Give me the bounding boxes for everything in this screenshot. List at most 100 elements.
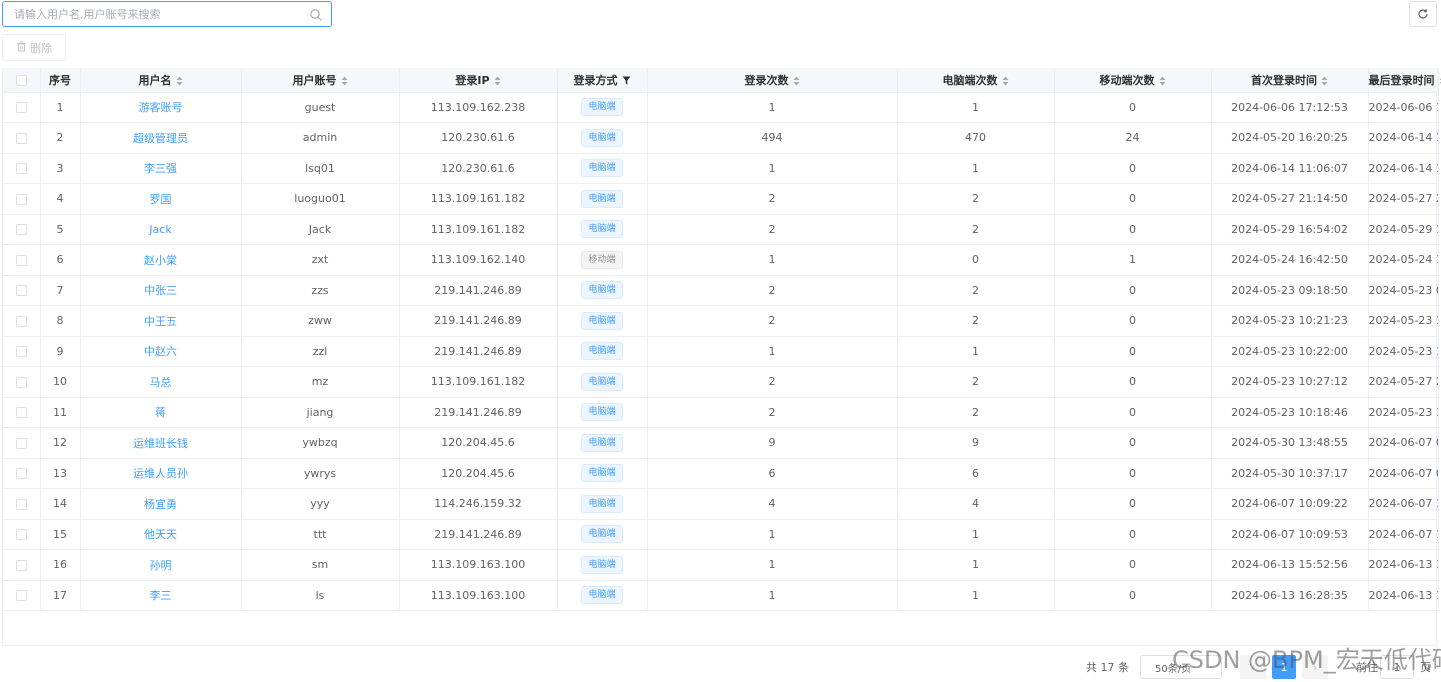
cell-username: 中赵六	[80, 336, 242, 367]
username-link[interactable]: 游客账号	[139, 101, 183, 114]
cell-last-login: 2024-06-14 11:06:07	[1368, 153, 1439, 184]
header-method[interactable]: 登录方式	[557, 68, 648, 93]
refresh-icon	[1417, 5, 1429, 24]
header-ip[interactable]: 登录IP	[399, 68, 558, 93]
username-link[interactable]: 孙明	[150, 559, 172, 572]
username-link[interactable]: Jack	[149, 223, 171, 236]
table-row[interactable]: 16 孙明 sm 113.109.163.100 电脑端 1 1 0 2024-06-13 15…	[3, 549, 1439, 581]
cell-mobile-count: 0	[1054, 397, 1212, 428]
table-row[interactable]: 12 运维班长钱 ywbzq 120.204.45.6 电脑端 9 9 0 2024-05-30…	[3, 427, 1439, 459]
delete-button-label: 删除	[30, 41, 52, 55]
row-checkbox[interactable]	[15, 529, 27, 541]
table-row[interactable]: 10 马总 mz 113.109.161.182 电脑端 2 2 0 2024-05-23 10…	[3, 366, 1439, 398]
username-link[interactable]: 中张三	[144, 284, 177, 297]
header-pc-count[interactable]: 电脑端次数	[897, 68, 1055, 93]
row-checkbox[interactable]	[15, 498, 27, 510]
cell-mobile-count: 0	[1054, 458, 1212, 489]
row-checkbox[interactable]	[15, 559, 27, 571]
row-select-cell	[3, 244, 41, 276]
header-username[interactable]: 用户名	[80, 68, 242, 93]
sort-icon[interactable]	[793, 76, 800, 86]
username-link[interactable]: 运维人员孙	[133, 467, 188, 480]
header-account[interactable]: 用户账号	[241, 68, 400, 93]
cell-ip: 114.246.159.32	[399, 488, 558, 520]
header-first-login[interactable]: 首次登录时间	[1211, 68, 1369, 93]
cell-first-login: 2024-06-07 10:09:53	[1211, 519, 1369, 550]
sort-icon[interactable]	[494, 76, 501, 86]
table-row[interactable]: 13 运维人员孙 ywrys 120.204.45.6 电脑端 6 6 0 2024-05-30…	[3, 458, 1439, 489]
table-row[interactable]: 15 他天天 ttt 219.141.246.89 电脑端 1 1 0 2024-06-07 1…	[3, 519, 1439, 550]
username-link[interactable]: 中王五	[144, 315, 177, 328]
table-row[interactable]: 6 赵小棠 zxt 113.109.162.140 移动端 1 0 1 2024-05-24 1…	[3, 244, 1439, 276]
cell-username: 超级管理员	[80, 122, 242, 154]
search-input[interactable]	[3, 2, 299, 26]
row-checkbox[interactable]	[15, 163, 27, 175]
header-mobile-count[interactable]: 移动端次数	[1054, 68, 1212, 93]
cell-first-login: 2024-06-13 16:28:35	[1211, 580, 1369, 611]
refresh-button[interactable]	[1409, 1, 1437, 27]
row-checkbox[interactable]	[15, 224, 27, 236]
header-method-label: 登录方式	[573, 73, 618, 87]
filter-icon[interactable]	[622, 76, 631, 85]
cell-method: 电脑端	[557, 488, 648, 520]
username-link[interactable]: 罗国	[150, 193, 172, 206]
table-row[interactable]: 1 游客账号 guest 113.109.162.238 电脑端 1 1 0 2024-06-0…	[3, 92, 1439, 123]
sort-icon[interactable]	[176, 76, 183, 86]
cell-login-count: 6	[647, 458, 898, 489]
table-row[interactable]: 17 李三 ls 113.109.163.100 电脑端 1 1 0 2024-06-13 16…	[3, 580, 1439, 611]
login-records-table: 序号 用户名 用户账号 登录IP 登录方式 登录次数 电脑端次数 移动端次数 首…	[2, 68, 1441, 646]
sort-icon[interactable]	[1159, 76, 1166, 86]
cell-username: Jack	[80, 214, 242, 245]
sort-icon[interactable]	[1321, 76, 1328, 86]
row-checkbox[interactable]	[15, 346, 27, 358]
table-row[interactable]: 7 中张三 zzs 219.141.246.89 电脑端 2 2 0 2024-05-23 09…	[3, 275, 1439, 306]
row-checkbox[interactable]	[15, 468, 27, 480]
table-row[interactable]: 8 中王五 zww 219.141.246.89 电脑端 2 2 0 2024-05-23 10…	[3, 305, 1439, 337]
row-checkbox[interactable]	[15, 102, 27, 114]
username-link[interactable]: 李三	[150, 589, 172, 602]
row-checkbox[interactable]	[15, 315, 27, 327]
username-link[interactable]: 蒋	[155, 406, 166, 419]
username-link[interactable]: 运维班长钱	[133, 437, 188, 450]
cell-mobile-count: 1	[1054, 244, 1212, 276]
row-checkbox[interactable]	[15, 407, 27, 419]
table-row[interactable]: 3 李三强 lsq01 120.230.61.6 电脑端 1 1 0 2024-06-14 11…	[3, 153, 1439, 184]
table-row[interactable]: 11 蒋 jiang 219.141.246.89 电脑端 2 2 0 2024-05-23 1…	[3, 397, 1439, 428]
row-checkbox[interactable]	[15, 285, 27, 297]
login-method-tag: 电脑端	[581, 220, 623, 239]
row-checkbox[interactable]	[15, 376, 27, 388]
search-icon[interactable]	[309, 7, 323, 21]
delete-button[interactable]: 删除	[2, 34, 66, 61]
cell-first-login: 2024-06-13 15:52:56	[1211, 549, 1369, 581]
header-last-login[interactable]: 最后登录时间	[1368, 68, 1441, 93]
table-row[interactable]: 14 杨宜勇 yyy 114.246.159.32 电脑端 4 4 0 2024-06-07 1…	[3, 488, 1439, 520]
header-pc-count-label: 电脑端次数	[942, 73, 998, 87]
cell-pc-count: 1	[897, 336, 1055, 367]
header-login-count[interactable]: 登录次数	[647, 68, 898, 93]
username-link[interactable]: 他天天	[144, 528, 177, 541]
username-link[interactable]: 中赵六	[144, 345, 177, 358]
sort-icon[interactable]	[1002, 76, 1009, 86]
cell-pc-count: 470	[897, 122, 1055, 154]
row-checkbox[interactable]	[15, 437, 27, 449]
cell-method: 电脑端	[557, 183, 648, 215]
login-method-tag: 移动端	[581, 250, 623, 269]
row-checkbox[interactable]	[15, 132, 27, 144]
row-checkbox[interactable]	[15, 254, 27, 266]
table-row[interactable]: 5 Jack Jack 113.109.161.182 电脑端 2 2 0 2024-05-29…	[3, 214, 1439, 245]
sort-icon[interactable]	[341, 76, 348, 86]
cell-index: 10	[40, 366, 81, 398]
row-checkbox[interactable]	[15, 590, 27, 602]
row-select-cell	[3, 183, 41, 215]
table-row[interactable]: 9 中赵六 zzl 219.141.246.89 电脑端 1 1 0 2024-05-23 10…	[3, 336, 1439, 367]
username-link[interactable]: 杨宜勇	[144, 498, 177, 511]
select-all-checkbox[interactable]	[15, 74, 27, 86]
username-link[interactable]: 赵小棠	[144, 254, 177, 267]
username-link[interactable]: 马总	[150, 376, 172, 389]
table-row[interactable]: 2 超级管理员 admin 120.230.61.6 电脑端 494 470 24 2024-0…	[3, 122, 1439, 154]
search-box[interactable]	[2, 1, 332, 27]
table-row[interactable]: 4 罗国 luoguo01 113.109.161.182 电脑端 2 2 0 2024-05-…	[3, 183, 1439, 215]
username-link[interactable]: 超级管理员	[133, 132, 188, 145]
row-checkbox[interactable]	[15, 193, 27, 205]
username-link[interactable]: 李三强	[144, 162, 177, 175]
